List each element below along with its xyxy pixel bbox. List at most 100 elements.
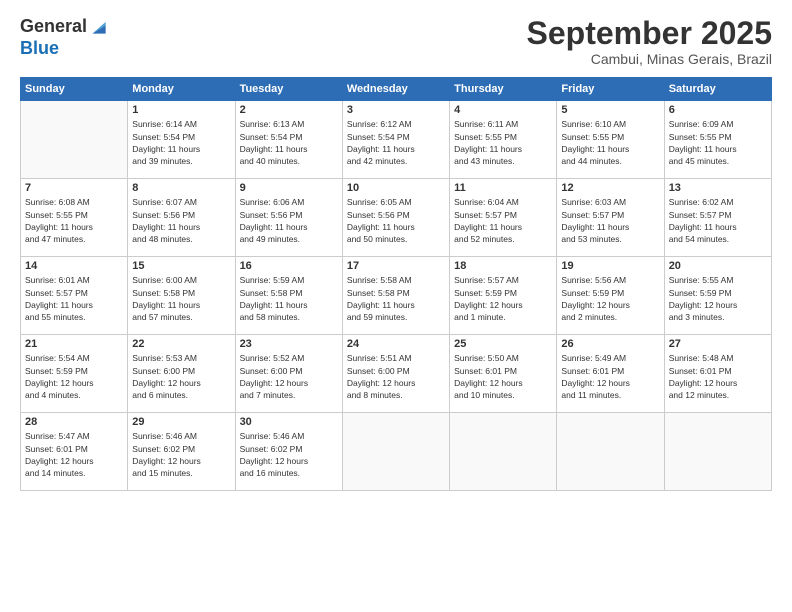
day-info: Sunrise: 5:53 AMSunset: 6:00 PMDaylight:… <box>132 352 230 401</box>
day-number: 3 <box>347 104 445 116</box>
calendar-cell: 7 Sunrise: 6:08 AMSunset: 5:55 PMDaylight… <box>21 179 128 257</box>
calendar-cell: 26Sunrise: 5:49 AMSunset: 6:01 PMDayligh… <box>557 335 664 413</box>
day-info: Sunrise: 6:04 AMSunset: 5:57 PMDaylight:… <box>454 196 552 245</box>
calendar-week-row: 28Sunrise: 5:47 AMSunset: 6:01 PMDayligh… <box>21 413 772 491</box>
header: General Blue September 2025 Cambui, Mina… <box>20 16 772 67</box>
calendar-cell <box>664 413 771 491</box>
day-info: Sunrise: 6:07 AMSunset: 5:56 PMDaylight:… <box>132 196 230 245</box>
calendar-cell <box>21 101 128 179</box>
day-number: 21 <box>25 338 123 350</box>
day-info: Sunrise: 5:50 AMSunset: 6:01 PMDaylight:… <box>454 352 552 401</box>
logo-general: General <box>20 16 87 38</box>
day-info: Sunrise: 6:03 AMSunset: 5:57 PMDaylight:… <box>561 196 659 245</box>
title-section: September 2025 Cambui, Minas Gerais, Bra… <box>527 16 772 67</box>
day-number: 14 <box>25 260 123 272</box>
day-info: Sunrise: 5:52 AMSunset: 6:00 PMDaylight:… <box>240 352 338 401</box>
day-number: 24 <box>347 338 445 350</box>
calendar-cell <box>557 413 664 491</box>
calendar-cell: 6Sunrise: 6:09 AMSunset: 5:55 PMDaylight… <box>664 101 771 179</box>
calendar-cell <box>342 413 449 491</box>
calendar-cell: 19 Sunrise: 5:56 AMSunset: 5:59 PMDayligh… <box>557 257 664 335</box>
calendar-cell: 18Sunrise: 5:57 AMSunset: 5:59 PMDayligh… <box>450 257 557 335</box>
calendar-cell: 20 Sunrise: 5:55 AMSunset: 5:59 PMDayligh… <box>664 257 771 335</box>
day-number: 29 <box>132 416 230 428</box>
calendar-week-row: 7 Sunrise: 6:08 AMSunset: 5:55 PMDaylight… <box>21 179 772 257</box>
calendar-cell: 28Sunrise: 5:47 AMSunset: 6:01 PMDayligh… <box>21 413 128 491</box>
day-number: 8 <box>132 182 230 194</box>
calendar-cell: 8 Sunrise: 6:07 AMSunset: 5:56 PMDaylight… <box>128 179 235 257</box>
day-info: Sunrise: 6:02 AMSunset: 5:57 PMDaylight:… <box>669 196 767 245</box>
calendar: SundayMondayTuesdayWednesdayThursdayFrid… <box>20 77 772 491</box>
calendar-week-row: 14 Sunrise: 6:01 AMSunset: 5:57 PMDayligh… <box>21 257 772 335</box>
day-number: 12 <box>561 182 659 194</box>
calendar-cell <box>450 413 557 491</box>
calendar-cell: 14 Sunrise: 6:01 AMSunset: 5:57 PMDayligh… <box>21 257 128 335</box>
logo: General Blue <box>20 16 109 59</box>
calendar-cell: 25 Sunrise: 5:50 AMSunset: 6:01 PMDayligh… <box>450 335 557 413</box>
calendar-cell: 2 Sunrise: 6:13 AMSunset: 5:54 PMDaylight… <box>235 101 342 179</box>
day-number: 1 <box>132 104 230 116</box>
day-number: 28 <box>25 416 123 428</box>
day-info: Sunrise: 6:11 AMSunset: 5:55 PMDaylight:… <box>454 118 552 167</box>
calendar-cell: 12 Sunrise: 6:03 AMSunset: 5:57 PMDayligh… <box>557 179 664 257</box>
day-number: 18 <box>454 260 552 272</box>
calendar-day-header: Tuesday <box>235 78 342 101</box>
calendar-day-header: Thursday <box>450 78 557 101</box>
calendar-cell: 21 Sunrise: 5:54 AMSunset: 5:59 PMDayligh… <box>21 335 128 413</box>
day-number: 19 <box>561 260 659 272</box>
calendar-cell: 27 Sunrise: 5:48 AMSunset: 6:01 PMDayligh… <box>664 335 771 413</box>
day-info: Sunrise: 6:06 AMSunset: 5:56 PMDaylight:… <box>240 196 338 245</box>
day-number: 4 <box>454 104 552 116</box>
day-number: 9 <box>240 182 338 194</box>
calendar-cell: 24 Sunrise: 5:51 AMSunset: 6:00 PMDayligh… <box>342 335 449 413</box>
day-info: Sunrise: 5:48 AMSunset: 6:01 PMDaylight:… <box>669 352 767 401</box>
calendar-cell: 29Sunrise: 5:46 AMSunset: 6:02 PMDayligh… <box>128 413 235 491</box>
day-info: Sunrise: 5:59 AMSunset: 5:58 PMDaylight:… <box>240 274 338 323</box>
location: Cambui, Minas Gerais, Brazil <box>527 51 772 67</box>
day-info: Sunrise: 5:54 AMSunset: 5:59 PMDaylight:… <box>25 352 123 401</box>
day-info: Sunrise: 5:51 AMSunset: 6:00 PMDaylight:… <box>347 352 445 401</box>
day-info: Sunrise: 6:08 AMSunset: 5:55 PMDaylight:… <box>25 196 123 245</box>
day-info: Sunrise: 6:01 AMSunset: 5:57 PMDaylight:… <box>25 274 123 323</box>
calendar-cell: 3 Sunrise: 6:12 AMSunset: 5:54 PMDaylight… <box>342 101 449 179</box>
day-info: Sunrise: 5:55 AMSunset: 5:59 PMDaylight:… <box>669 274 767 323</box>
day-info: Sunrise: 5:58 AMSunset: 5:58 PMDaylight:… <box>347 274 445 323</box>
calendar-cell: 4 Sunrise: 6:11 AMSunset: 5:55 PMDaylight… <box>450 101 557 179</box>
calendar-cell: 5Sunrise: 6:10 AMSunset: 5:55 PMDaylight… <box>557 101 664 179</box>
calendar-cell: 11 Sunrise: 6:04 AMSunset: 5:57 PMDayligh… <box>450 179 557 257</box>
calendar-day-header: Sunday <box>21 78 128 101</box>
calendar-week-row: 1Sunrise: 6:14 AMSunset: 5:54 PMDaylight… <box>21 101 772 179</box>
day-info: Sunrise: 5:49 AMSunset: 6:01 PMDaylight:… <box>561 352 659 401</box>
day-info: Sunrise: 5:56 AMSunset: 5:59 PMDaylight:… <box>561 274 659 323</box>
calendar-cell: 17 Sunrise: 5:58 AMSunset: 5:58 PMDayligh… <box>342 257 449 335</box>
day-number: 23 <box>240 338 338 350</box>
calendar-cell: 10Sunrise: 6:05 AMSunset: 5:56 PMDayligh… <box>342 179 449 257</box>
calendar-week-row: 21 Sunrise: 5:54 AMSunset: 5:59 PMDayligh… <box>21 335 772 413</box>
logo-blue: Blue <box>20 38 59 58</box>
day-info: Sunrise: 6:00 AMSunset: 5:58 PMDaylight:… <box>132 274 230 323</box>
day-info: Sunrise: 5:46 AMSunset: 6:02 PMDaylight:… <box>240 430 338 479</box>
calendar-cell: 15 Sunrise: 6:00 AMSunset: 5:58 PMDayligh… <box>128 257 235 335</box>
day-number: 20 <box>669 260 767 272</box>
day-number: 17 <box>347 260 445 272</box>
calendar-cell: 1Sunrise: 6:14 AMSunset: 5:54 PMDaylight… <box>128 101 235 179</box>
day-number: 25 <box>454 338 552 350</box>
calendar-cell: 16Sunrise: 5:59 AMSunset: 5:58 PMDayligh… <box>235 257 342 335</box>
calendar-cell: 22 Sunrise: 5:53 AMSunset: 6:00 PMDayligh… <box>128 335 235 413</box>
logo-triangle-icon <box>89 17 109 37</box>
day-number: 11 <box>454 182 552 194</box>
day-number: 2 <box>240 104 338 116</box>
calendar-cell: 30Sunrise: 5:46 AMSunset: 6:02 PMDayligh… <box>235 413 342 491</box>
day-number: 7 <box>25 182 123 194</box>
calendar-day-header: Monday <box>128 78 235 101</box>
calendar-cell: 9 Sunrise: 6:06 AMSunset: 5:56 PMDaylight… <box>235 179 342 257</box>
day-number: 15 <box>132 260 230 272</box>
calendar-day-header: Saturday <box>664 78 771 101</box>
day-number: 6 <box>669 104 767 116</box>
day-number: 22 <box>132 338 230 350</box>
day-info: Sunrise: 6:12 AMSunset: 5:54 PMDaylight:… <box>347 118 445 167</box>
page: General Blue September 2025 Cambui, Mina… <box>0 0 792 612</box>
day-info: Sunrise: 6:13 AMSunset: 5:54 PMDaylight:… <box>240 118 338 167</box>
day-number: 27 <box>669 338 767 350</box>
calendar-day-header: Friday <box>557 78 664 101</box>
